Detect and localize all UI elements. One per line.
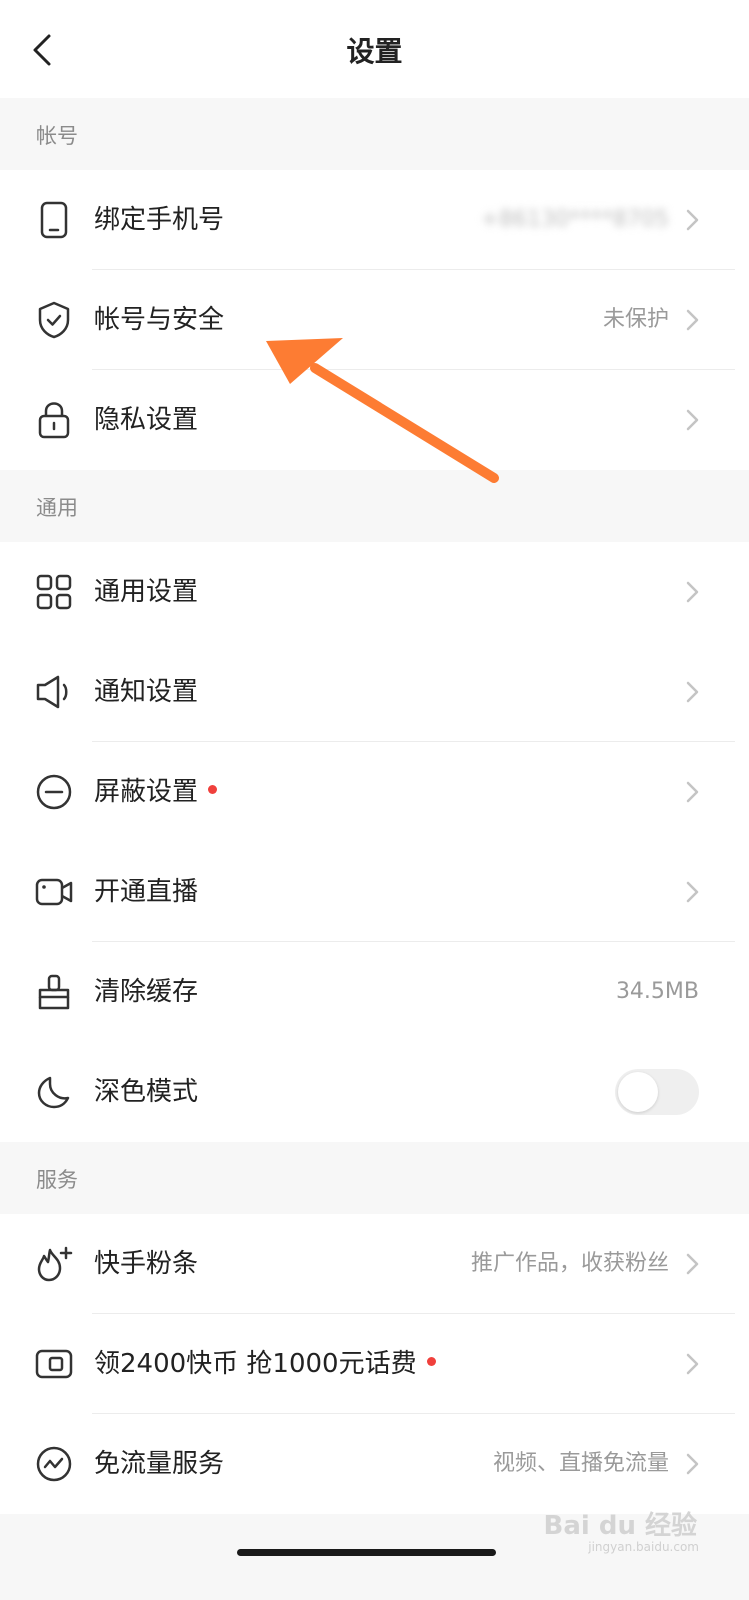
row-label-text: 领2400快币 抢1000元话费 — [94, 1349, 417, 1379]
wallet-icon — [34, 1344, 74, 1384]
row-fans-boost[interactable]: 快手粉条 推广作品，收获粉丝 — [0, 1214, 749, 1314]
row-label: 清除缓存 — [94, 977, 199, 1007]
chevron-right-icon — [686, 1453, 699, 1475]
chevron-right-icon — [686, 1353, 699, 1375]
row-label: 领2400快币 抢1000元话费 — [94, 1314, 436, 1414]
chevron-right-icon — [686, 309, 699, 331]
row-block-settings[interactable]: 屏蔽设置 — [0, 742, 749, 842]
chevron-right-icon — [686, 581, 699, 603]
grid-icon — [34, 572, 74, 612]
camera-icon — [34, 872, 74, 912]
home-indicator[interactable] — [237, 1549, 496, 1556]
lock-icon — [34, 400, 74, 440]
row-label: 快手粉条 — [94, 1249, 199, 1279]
row-account-security[interactable]: 帐号与安全 未保护 — [0, 270, 749, 370]
section-header-account: 帐号 — [0, 98, 749, 170]
row-label: 通知设置 — [94, 677, 199, 707]
row-label: 帐号与安全 — [94, 305, 225, 335]
row-label-text: 屏蔽设置 — [94, 777, 199, 807]
row-label: 深色模式 — [94, 1077, 199, 1107]
page-title: 设置 — [346, 35, 403, 68]
chevron-right-icon — [686, 1253, 699, 1275]
phone-icon — [34, 200, 74, 240]
fans-boost-value: 推广作品，收获粉丝 — [470, 1251, 669, 1276]
row-bind-phone[interactable]: 绑定手机号 +86130****8705 — [0, 170, 749, 270]
row-label: 隐私设置 — [94, 405, 199, 435]
moon-icon — [34, 1072, 74, 1112]
chevron-right-icon — [686, 681, 699, 703]
flame-plus-icon — [34, 1244, 74, 1284]
free-data-value: 视频、直播免流量 — [492, 1451, 669, 1476]
dark-mode-toggle[interactable] — [615, 1069, 699, 1115]
red-dot-badge — [208, 785, 218, 794]
chevron-right-icon — [686, 781, 699, 803]
toggle-knob — [618, 1072, 658, 1112]
row-general-settings[interactable]: 通用设置 — [0, 542, 749, 642]
row-free-data[interactable]: 免流量服务 视频、直播免流量 — [0, 1414, 749, 1514]
speaker-icon — [34, 672, 74, 712]
baidu-jingyan-watermark: Bai du 经验 — [543, 1511, 698, 1541]
section-header-general: 通用 — [0, 470, 749, 542]
chevron-right-icon — [686, 881, 699, 903]
section-title: 服务 — [36, 1168, 78, 1192]
security-status-value: 未保护 — [602, 307, 669, 332]
brush-icon — [34, 972, 74, 1012]
watermark-url: jingyan.baidu.com — [588, 1540, 699, 1554]
section-title: 通用 — [36, 496, 78, 520]
row-label: 通用设置 — [94, 577, 199, 607]
row-coins[interactable]: 领2400快币 抢1000元话费 — [0, 1314, 749, 1414]
row-live[interactable]: 开通直播 — [0, 842, 749, 942]
row-label: 免流量服务 — [94, 1449, 225, 1479]
minus-circle-icon — [34, 772, 74, 812]
row-privacy[interactable]: 隐私设置 — [0, 370, 749, 470]
row-clear-cache[interactable]: 清除缓存 34.5MB — [0, 942, 749, 1042]
phone-number-value: +86130****8705 — [480, 207, 669, 232]
row-notifications[interactable]: 通知设置 — [0, 642, 749, 742]
row-label: 屏蔽设置 — [94, 742, 218, 842]
cache-size-value: 34.5MB — [615, 979, 699, 1004]
row-label: 开通直播 — [94, 877, 199, 907]
row-dark-mode: 深色模式 — [0, 1042, 749, 1142]
section-header-services: 服务 — [0, 1142, 749, 1214]
shield-check-icon — [34, 300, 74, 340]
section-title: 帐号 — [36, 124, 78, 148]
chevron-right-icon — [686, 209, 699, 231]
red-dot-badge — [426, 1357, 436, 1366]
pulse-icon — [34, 1444, 74, 1484]
nav-bar: 设置 — [0, 0, 749, 98]
row-label: 绑定手机号 — [94, 205, 225, 235]
chevron-right-icon — [686, 409, 699, 431]
